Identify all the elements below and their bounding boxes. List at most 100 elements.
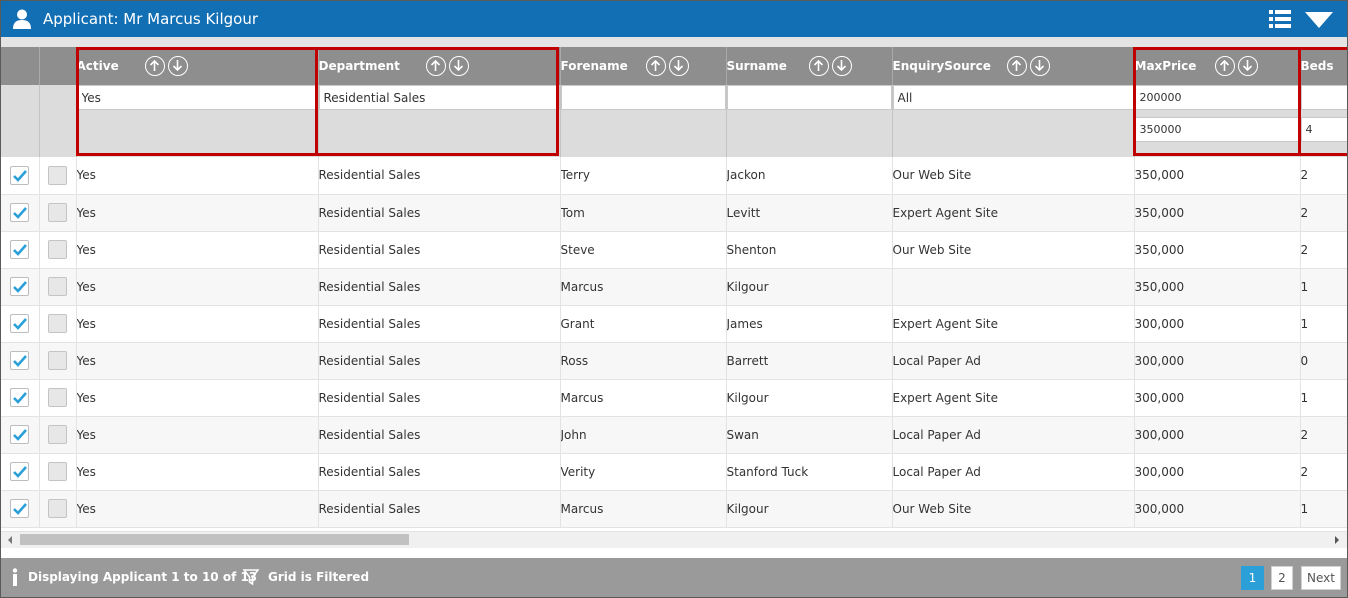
row-flag-checkbox[interactable] [47,351,67,370]
sort-descending-icon[interactable] [1030,56,1051,76]
active-cell: Yes [76,453,319,491]
max-price-cell: 350,000 [1134,157,1301,195]
row-select-checkbox[interactable] [10,277,29,296]
scroll-right-icon[interactable] [1333,535,1341,545]
table-row[interactable]: Yes Residential Sales Marcus Kilgour 350,000… [1,268,1347,306]
department-cell: Residential Sales [318,194,561,232]
row-flag-checkbox[interactable] [47,425,67,444]
column-header-forename[interactable]: Forename [560,47,727,85]
table-row[interactable]: Yes Residential Sales Verity Stanford Tuck L… [1,453,1347,491]
row-select-checkbox[interactable] [10,240,29,259]
sort-ascending-icon[interactable] [1007,56,1028,76]
pager-page-1[interactable]: 1 [1241,566,1264,590]
title-bar: Applicant: Mr Marcus Kilgour [1,1,1347,37]
applicant-grid-window: Applicant: Mr Marcus Kilgour Active Depa… [0,0,1348,598]
max-price-from-input[interactable] [1134,85,1299,110]
forename-cell: Verity [560,453,727,491]
row-flag-cell [39,453,77,491]
department-cell: Residential Sales [318,490,561,528]
row-select-cell [1,416,40,454]
table-row[interactable]: Yes Residential Sales Ross Barrett Local Pap… [1,342,1347,380]
checkmark-icon [13,392,27,404]
max-price-to-input[interactable] [1134,117,1299,142]
table-row[interactable]: Yes Residential Sales Grant James Expert Age… [1,305,1347,343]
row-flag-checkbox[interactable] [47,462,67,481]
row-select-checkbox[interactable] [10,203,29,222]
beds-cell: 2 [1300,157,1347,195]
column-header-active[interactable]: Active [76,47,319,85]
sort-descending-icon[interactable] [167,56,188,76]
info-icon [12,568,18,586]
filter-row [1,85,1347,157]
row-select-checkbox[interactable] [10,388,29,407]
filter-cell-enquiry-source [892,85,1135,157]
horizontal-scrollbar[interactable] [1,531,1347,548]
sort-descending-icon[interactable] [668,56,689,76]
list-view-icon[interactable] [1269,9,1291,29]
sort-descending-icon[interactable] [449,56,470,76]
row-select-checkbox[interactable] [10,425,29,444]
pager-page-2[interactable]: 2 [1271,566,1293,590]
beds-cell: 2 [1300,416,1347,454]
row-flag-checkbox[interactable] [47,240,67,259]
sort-ascending-icon[interactable] [426,56,447,76]
beds-cell: 1 [1300,305,1347,343]
scroll-left-icon[interactable] [6,535,14,545]
sort-ascending-icon[interactable] [144,56,165,76]
department-filter-input[interactable] [318,85,559,110]
column-header-beds[interactable]: Beds [1300,47,1347,85]
checkmark-icon [13,244,27,256]
sort-descending-icon[interactable] [832,56,853,76]
row-select-cell [1,268,40,306]
pager-next-button[interactable]: Next [1301,566,1341,590]
enquiry-source-filter-input[interactable] [892,85,1133,110]
row-flag-checkbox[interactable] [47,314,67,333]
table-row[interactable]: Yes Residential Sales Terry Jackon Our Web S… [1,157,1347,195]
sort-ascending-icon[interactable] [645,56,666,76]
row-flag-checkbox[interactable] [47,277,67,296]
row-select-cell [1,157,40,195]
column-header-enquiry-source[interactable]: EnquirySource [892,47,1135,85]
surname-cell: Kilgour [726,490,893,528]
row-select-checkbox[interactable] [10,351,29,370]
table-row[interactable]: Yes Residential Sales Tom Levitt Expert Agen… [1,194,1347,232]
row-select-checkbox[interactable] [10,462,29,481]
grid-body: Yes Residential Sales Terry Jackon Our Web S… [1,157,1347,528]
beds-to-input[interactable] [1300,117,1347,142]
surname-filter-input[interactable] [726,85,891,110]
beds-from-input[interactable] [1300,85,1347,110]
row-flag-checkbox[interactable] [47,165,67,185]
column-header-label: EnquirySource [892,59,991,73]
row-select-checkbox[interactable] [10,165,29,185]
dropdown-triangle-icon[interactable] [1304,11,1334,29]
surname-cell: Jackon [726,157,893,195]
column-header-row: Active Department Forename Surname Enqui… [1,47,1347,85]
footer-spacer [1,549,1347,558]
row-flag-cell [39,342,77,380]
table-row[interactable]: Yes Residential Sales Steve Shenton Our Web … [1,231,1347,269]
column-header-max-price[interactable]: MaxPrice [1134,47,1301,85]
sort-descending-icon[interactable] [1237,56,1258,76]
row-flag-checkbox[interactable] [47,499,67,518]
department-cell: Residential Sales [318,342,561,380]
active-filter-input[interactable] [76,85,317,110]
forename-filter-input[interactable] [560,85,725,110]
forename-cell: Marcus [560,268,727,306]
table-row[interactable]: Yes Residential Sales Marcus Kilgour Our Web… [1,490,1347,528]
column-header-department[interactable]: Department [318,47,561,85]
row-select-checkbox[interactable] [10,314,29,333]
row-flag-checkbox[interactable] [47,203,67,222]
row-select-checkbox[interactable] [10,499,29,518]
table-row[interactable]: Yes Residential Sales Marcus Kilgour Expert … [1,379,1347,417]
table-row[interactable]: Yes Residential Sales John Swan Local Paper … [1,416,1347,454]
scrollbar-thumb[interactable] [20,534,409,545]
department-cell: Residential Sales [318,231,561,269]
column-header-surname[interactable]: Surname [726,47,893,85]
sort-ascending-icon[interactable] [809,56,830,76]
sort-ascending-icon[interactable] [1214,56,1235,76]
user-icon [13,9,31,29]
beds-cell: 2 [1300,194,1347,232]
header-flag [39,47,77,85]
row-flag-checkbox[interactable] [47,388,67,407]
surname-cell: Stanford Tuck [726,453,893,491]
